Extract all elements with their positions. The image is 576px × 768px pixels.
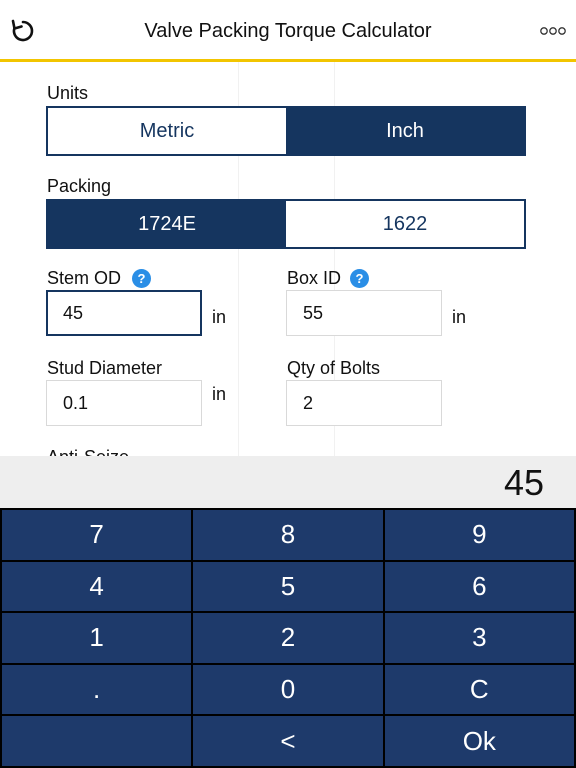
key-3[interactable]: 3	[384, 613, 574, 663]
key-0[interactable]: 0	[193, 664, 383, 715]
keypad-display: 45	[0, 456, 576, 508]
key-4[interactable]: 4	[2, 561, 192, 612]
packing-option-1724e[interactable]: 1724E	[48, 201, 286, 247]
key-8[interactable]: 8	[193, 510, 383, 560]
units-option-metric[interactable]: Metric	[48, 108, 286, 154]
box-id-help-icon[interactable]: ?	[350, 269, 369, 288]
calculator-form: Units Metric Inch Packing 1724E 1622 Ste…	[0, 62, 576, 456]
key-9[interactable]: 9	[384, 510, 574, 560]
stem-od-label: Stem OD	[47, 268, 122, 288]
stud-diameter-unit: in	[212, 384, 227, 404]
units-option-inch[interactable]: Inch	[286, 108, 524, 154]
app-header: Valve Packing Torque Calculator	[0, 0, 576, 62]
box-id-input[interactable]: 55	[286, 290, 442, 336]
page-title: Valve Packing Torque Calculator	[144, 20, 432, 42]
key-empty	[2, 716, 192, 766]
packing-segmented-control: 1724E 1622	[46, 199, 526, 249]
key-6[interactable]: 6	[384, 561, 574, 612]
packing-option-1622[interactable]: 1622	[286, 201, 524, 247]
key-7[interactable]: 7	[2, 510, 192, 560]
qty-bolts-input[interactable]: 2	[286, 380, 442, 426]
qty-bolts-label: Qty of Bolts	[287, 358, 381, 378]
stud-diameter-input[interactable]: 0.1	[46, 380, 202, 426]
key-1[interactable]: 1	[2, 613, 192, 663]
stem-od-input[interactable]: 45	[46, 290, 202, 336]
stem-od-help-icon[interactable]: ?	[132, 269, 151, 288]
packing-label: Packing	[47, 176, 112, 196]
anti-seize-label: Anti-Seize	[47, 447, 129, 456]
numeric-keypad: 7 8 9 4 5 6 1 2 3 . 0 C < Ok	[0, 508, 576, 768]
units-label: Units	[47, 83, 89, 103]
stem-od-unit: in	[212, 307, 227, 327]
keypad-display-value: 45	[503, 462, 544, 503]
key-clear[interactable]: C	[384, 664, 574, 715]
units-segmented-control: Metric Inch	[46, 106, 526, 156]
stud-diameter-label: Stud Diameter	[47, 358, 163, 378]
key-5[interactable]: 5	[193, 561, 383, 612]
more-dots-icon[interactable]	[540, 26, 566, 36]
key-decimal[interactable]: .	[2, 664, 192, 715]
box-id-unit: in	[452, 307, 467, 327]
box-id-label: Box ID	[287, 268, 342, 288]
key-2[interactable]: 2	[193, 613, 383, 663]
key-backspace[interactable]: <	[193, 716, 383, 766]
key-ok[interactable]: Ok	[384, 716, 574, 766]
